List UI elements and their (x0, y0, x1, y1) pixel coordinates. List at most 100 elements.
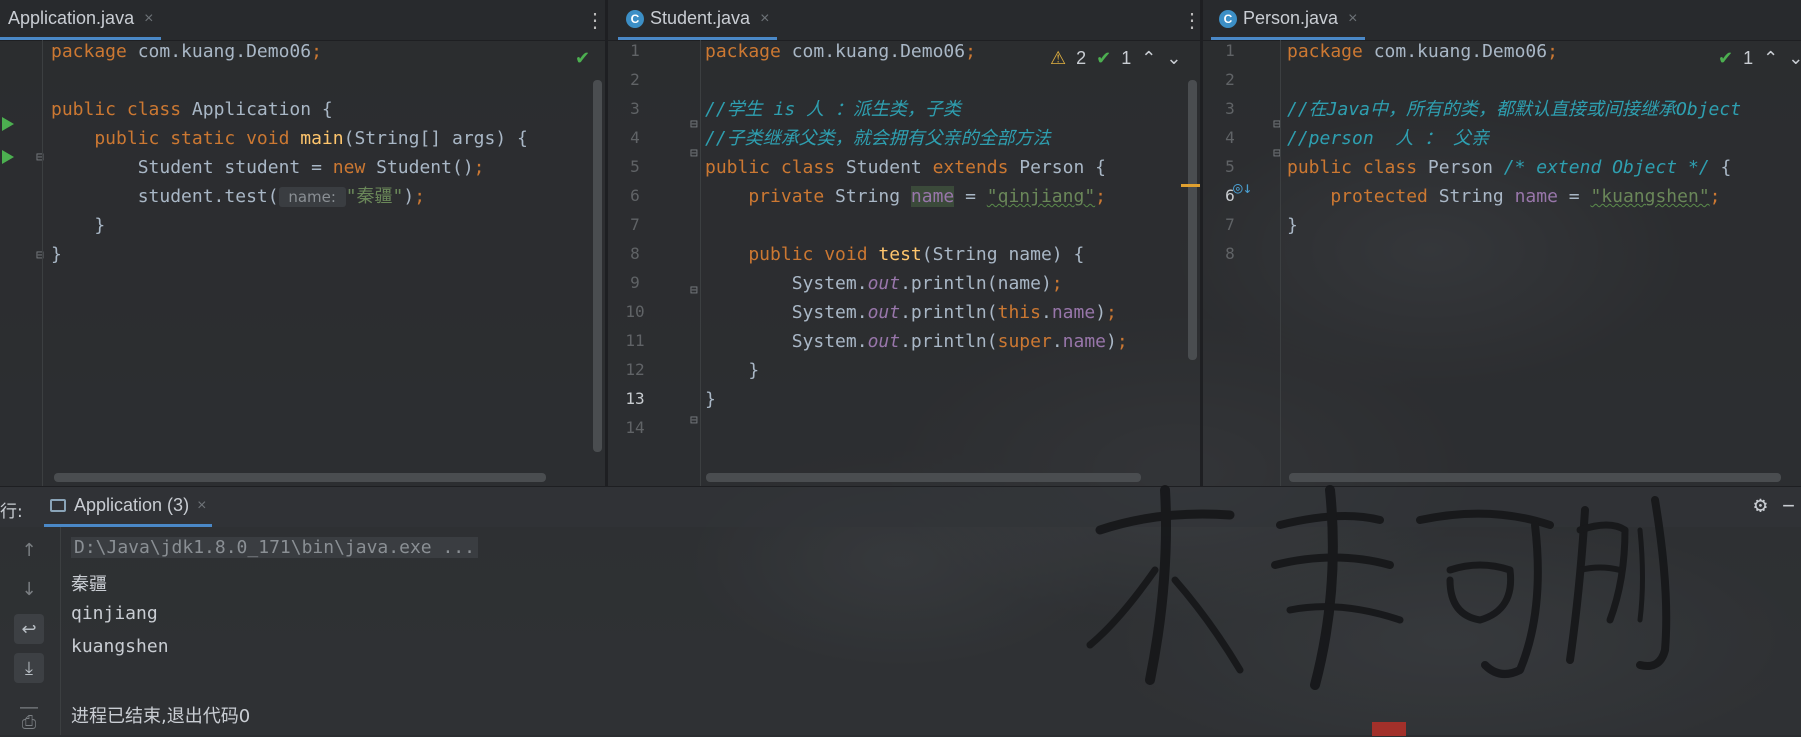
code-token: //person 人 ： 父亲 (1287, 128, 1490, 149)
pane-splitter[interactable] (1200, 0, 1203, 486)
line-number: 7 (1225, 215, 1235, 234)
editor-tabbar: C Student.java × ⋮ (608, 0, 1202, 41)
close-icon[interactable]: × (1348, 10, 1357, 28)
code-line[interactable]: package com.kuang.Demo06; (51, 37, 322, 66)
code-token: Student student = (51, 157, 333, 178)
arrow-down-icon[interactable]: ↓ (14, 574, 44, 604)
minus-icon[interactable]: − (1782, 493, 1795, 519)
code-token: Application { (191, 99, 333, 120)
code-token: ; (1106, 302, 1117, 323)
warning-stripe[interactable] (1181, 184, 1201, 187)
more-options-icon[interactable]: ⋮ (1182, 8, 1202, 33)
code-token: Student() (376, 157, 474, 178)
code-area[interactable]: package com.kuang.Demo06; //在Java中，所有的类，都… (1287, 40, 1801, 486)
code-line[interactable]: private String name = "qinjiang"; (705, 182, 1106, 211)
code-line[interactable]: } (705, 356, 759, 385)
code-token: //学生 is 人 ：派生类，子类 (705, 99, 961, 120)
tab-application-java[interactable]: Application.java × (0, 0, 162, 40)
code-line[interactable]: } (51, 211, 105, 240)
seal-stamp (1372, 722, 1406, 736)
code-area[interactable]: package com.kuang.Demo06; //学生 is 人 ：派生类，… (705, 40, 1200, 486)
console-output-line: qinjiang (71, 603, 158, 624)
print-icon[interactable]: ⎙ (14, 707, 44, 737)
horizontal-scrollbar[interactable] (706, 473, 1141, 482)
gutter-divider (700, 40, 701, 486)
code-line[interactable]: student.test( name: "秦疆"); (51, 182, 425, 211)
soft-wrap-icon[interactable]: ↩ (14, 614, 44, 644)
close-icon[interactable]: × (197, 497, 206, 515)
scroll-to-end-icon[interactable]: ⤓ (14, 653, 44, 683)
line-number: 14 (625, 418, 645, 437)
code-line[interactable]: protected String name = "kuangshen"; (1287, 182, 1720, 211)
code-line[interactable]: package com.kuang.Demo06; (705, 37, 976, 66)
code-token: "qinjiang" (986, 186, 1096, 207)
code-line[interactable]: } (705, 385, 716, 414)
code-token: com.kuang.Demo06 (791, 41, 966, 62)
more-options-icon[interactable]: ⋮ (585, 8, 605, 33)
code-token: Student (845, 157, 933, 178)
line-number: 3 (1225, 99, 1235, 118)
code-token: ; (1095, 186, 1106, 207)
code-line[interactable]: public static void main(String[] args) { (51, 124, 528, 153)
line-number-gutter: 12345678 (1203, 40, 1263, 486)
console-output-line: 进程已结束,退出代码0 (71, 706, 251, 727)
arrow-up-icon[interactable]: ↑ (14, 535, 44, 565)
code-line[interactable]: Student student = new Student(); (51, 153, 485, 182)
code-token: .println(name) (900, 273, 1052, 294)
code-line[interactable]: public class Student extends Person { (705, 153, 1106, 182)
code-token: package (1287, 41, 1374, 62)
code-token: Person { (1019, 157, 1106, 178)
code-line[interactable]: public void test(String name) { (705, 240, 1084, 269)
code-line[interactable]: package com.kuang.Demo06; (1287, 37, 1558, 66)
code-line[interactable]: //学生 is 人 ：派生类，子类 (705, 95, 961, 124)
pane-splitter[interactable] (605, 0, 608, 486)
code-token: name (910, 186, 955, 207)
code-line[interactable]: System.out.println(name); (705, 269, 1063, 298)
code-line[interactable]: System.out.println(this.name); (705, 298, 1117, 327)
code-line[interactable]: System.out.println(super.name); (705, 327, 1128, 356)
fold-icon[interactable]: ⊟ (690, 117, 698, 132)
code-token: ) (403, 186, 415, 207)
run-main-icon[interactable] (2, 150, 14, 164)
editor-pane-student: C Student.java × ⋮ ⚠ 2 ✔ 1 ⌃ ⌄ 123456789… (608, 0, 1202, 486)
vertical-scrollbar[interactable] (593, 80, 602, 452)
tab-person-java[interactable]: C Person.java × (1211, 0, 1366, 40)
code-line[interactable]: } (1287, 211, 1298, 240)
code-line[interactable]: //在Java中，所有的类，都默认直接或间接继承Object (1287, 95, 1741, 124)
fold-icon[interactable]: ⊟ (690, 146, 698, 161)
code-area[interactable]: package com.kuang.Demo06; public class Ap… (51, 40, 605, 486)
fold-icon[interactable]: ⊟ (690, 283, 698, 298)
fold-icon[interactable]: ⊟ (690, 413, 698, 428)
horizontal-scrollbar[interactable] (54, 473, 546, 482)
code-line[interactable]: public class Person /* extend Object */ … (1287, 153, 1731, 182)
vertical-scrollbar[interactable] (1188, 80, 1197, 360)
code-token: /* extend Object */ (1503, 157, 1721, 178)
line-number: 1 (1225, 41, 1235, 60)
tab-student-java[interactable]: C Student.java × (618, 0, 778, 40)
line-number: 13 (625, 389, 645, 408)
code-token: ) (1095, 302, 1107, 323)
gear-icon[interactable]: ⚙ (1754, 493, 1767, 518)
tab-title: Application.java (8, 8, 135, 28)
code-line[interactable]: } (51, 240, 62, 269)
code-token: System. (705, 302, 868, 323)
tab-run-application[interactable]: Application (3) × (44, 487, 213, 527)
code-token: ; (1547, 41, 1558, 62)
code-line[interactable]: //子类继承父类，就会拥有父亲的全部方法 (705, 124, 1051, 153)
line-number: 5 (1225, 157, 1235, 176)
code-token: } (705, 360, 760, 381)
run-class-icon[interactable] (2, 117, 14, 131)
code-token: out (867, 331, 901, 352)
line-number: 9 (630, 273, 640, 292)
code-line[interactable]: public class Application { (51, 95, 333, 124)
close-icon[interactable]: × (144, 10, 153, 28)
editor-pane-person: C Person.java × ✔ 1 ⌃ ⌄ 12345678 ⊟ ⊟ ◎↓ … (1203, 0, 1801, 486)
console-output-line: 秦疆 (71, 574, 107, 595)
code-token: package (51, 41, 138, 62)
console-divider (60, 527, 61, 735)
implemented-down-icon[interactable]: ◎↓ (1233, 178, 1252, 197)
close-icon[interactable]: × (760, 10, 769, 28)
gutter-divider (42, 40, 43, 486)
editor-pane-application: Application.java × ⋮ ✔ ⊟ ⊟ package com.k… (0, 0, 605, 486)
code-line[interactable]: //person 人 ： 父亲 (1287, 124, 1489, 153)
